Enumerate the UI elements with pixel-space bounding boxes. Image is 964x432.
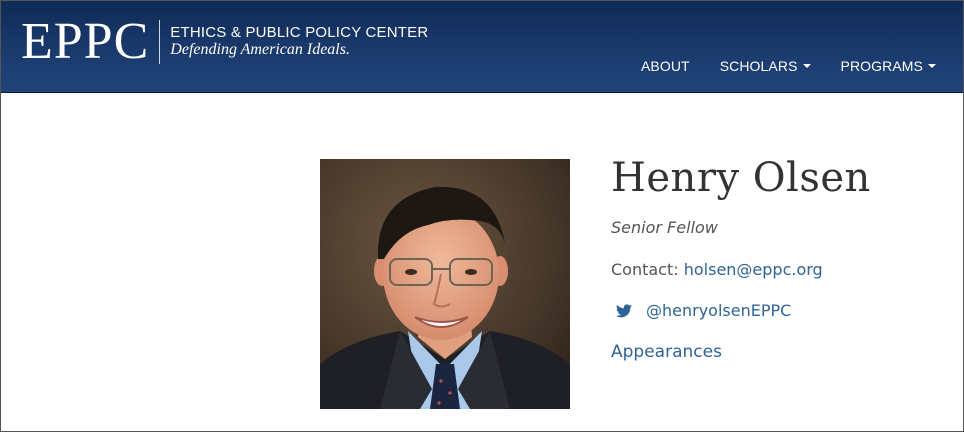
nav-item-label: SCHOLARS <box>719 58 798 74</box>
nav-item-scholars[interactable]: SCHOLARS <box>705 58 826 74</box>
logo-name: ETHICS & PUBLIC POLICY CENTER <box>170 24 429 42</box>
logo-mark: EPPC <box>21 13 150 70</box>
portrait-illustration <box>320 159 570 409</box>
logo-divider <box>159 20 161 64</box>
logo-text: ETHICS & PUBLIC POLICY CENTER Defending … <box>170 24 428 60</box>
scholar-title: Senior Fellow <box>611 218 718 237</box>
twitter-bird-icon <box>616 303 632 317</box>
contact-line: Contact: holsen@eppc.org <box>611 260 871 279</box>
profile-details: Henry Olsen Senior Fellow Contact: holse… <box>611 156 871 362</box>
logo-tagline: Defending American Ideals. <box>170 41 350 59</box>
site-logo[interactable]: EPPC ETHICS & PUBLIC POLICY CENTER Defen… <box>21 13 428 70</box>
profile-photo <box>320 159 570 409</box>
scholar-name: Henry Olsen <box>611 155 871 201</box>
nav-item-about[interactable]: ABOUT <box>626 58 705 74</box>
nav-item-programs[interactable]: PROGRAMS <box>826 58 951 74</box>
main-nav: ABOUT SCHOLARS PROGRAMS <box>626 58 951 74</box>
email-link[interactable]: holsen@eppc.org <box>684 260 823 279</box>
appearances-link[interactable]: Appearances <box>611 342 871 362</box>
caret-down-icon <box>802 64 811 68</box>
site-header: EPPC ETHICS & PUBLIC POLICY CENTER Defen… <box>1 1 963 93</box>
twitter-handle-link[interactable]: @henryolsenEPPC <box>646 301 791 320</box>
nav-item-label: ABOUT <box>640 58 690 74</box>
caret-down-icon <box>928 64 936 68</box>
nav-item-label: PROGRAMS <box>840 58 923 74</box>
contact-label: Contact: <box>611 260 679 279</box>
twitter-row: @henryolsenEPPC <box>611 301 871 320</box>
